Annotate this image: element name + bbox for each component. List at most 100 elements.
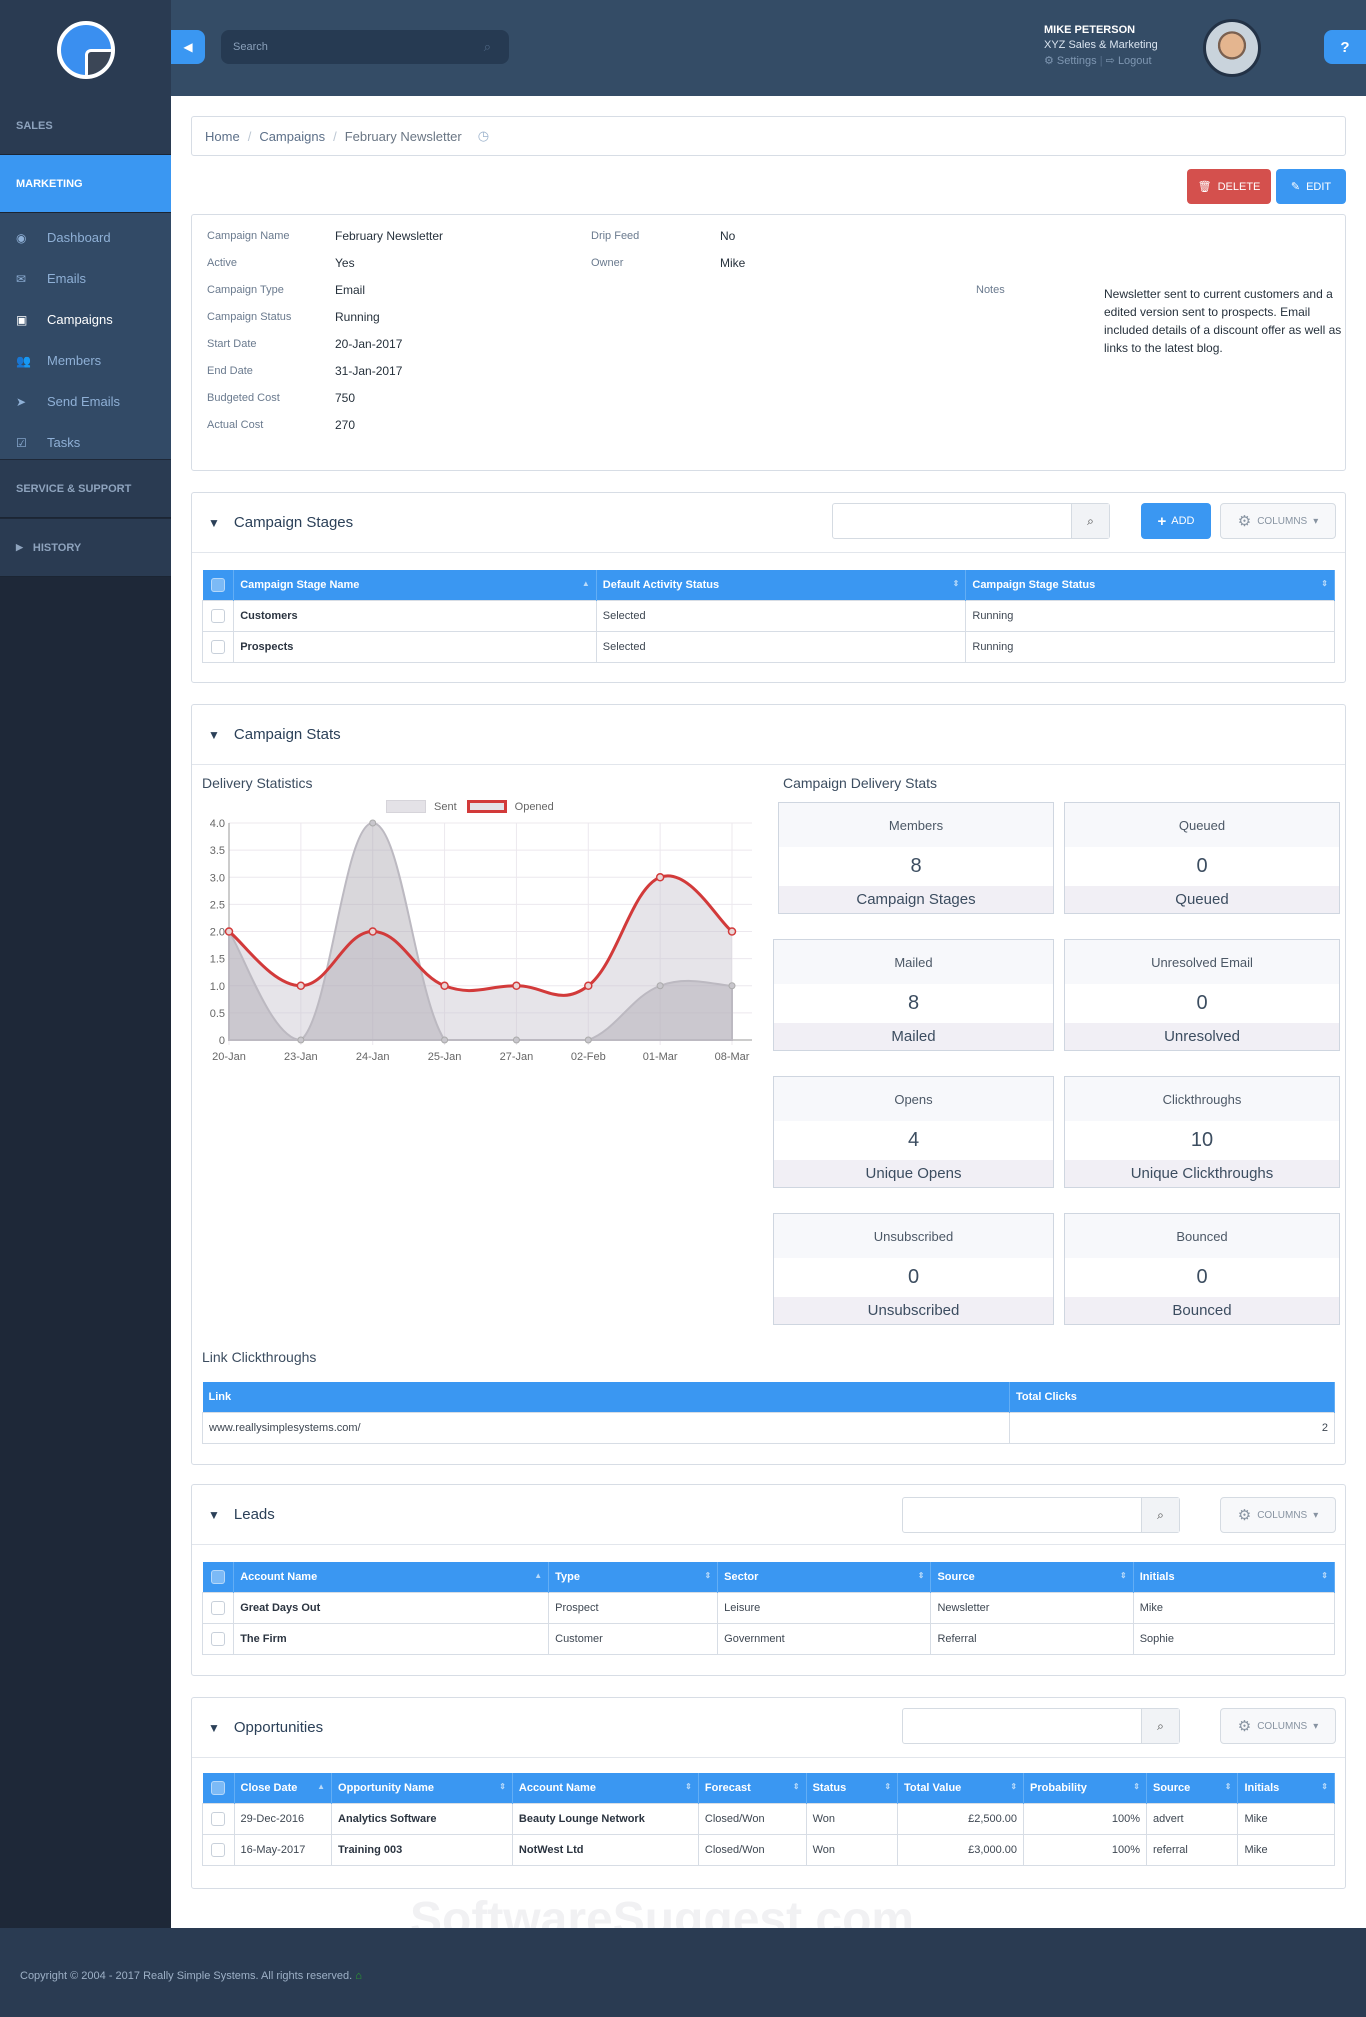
delete-label: DELETE	[1217, 180, 1261, 193]
breadcrumb-home[interactable]: Home	[205, 129, 240, 144]
footer: Copyright © 2004 - 2017 Really Simple Sy…	[0, 1928, 1366, 2017]
collapse-triangle-icon[interactable]: ▼	[208, 1721, 220, 1735]
row-checkbox[interactable]	[201, 1622, 235, 1655]
help-button[interactable]: ?	[1324, 30, 1366, 64]
row-checkbox[interactable]	[202, 1833, 235, 1866]
table-cell[interactable]: Great Days Out	[233, 1591, 550, 1624]
sidebar-section-service[interactable]: SERVICE & SUPPORT	[0, 460, 171, 518]
sidebar-item-campaigns[interactable]: ▣ Campaigns	[0, 299, 171, 340]
table-cell[interactable]: Analytics Software	[331, 1802, 513, 1835]
column-header[interactable]: Sector ⇕	[717, 1562, 932, 1592]
row-checkbox[interactable]	[201, 599, 235, 632]
sidebar-item-tasks[interactable]: ☑ Tasks	[0, 422, 171, 463]
table-row[interactable]: The Firm Customer Government Referral Sophie	[201, 1622, 1336, 1655]
pencil-icon: ✎	[1290, 181, 1301, 193]
user-info: MIKE PETERSON XYZ Sales & Marketing ⚙ Se…	[1044, 24, 1194, 67]
sidebar-item-send-emails[interactable]: ➤ Send Emails	[0, 381, 171, 422]
collapse-triangle-icon[interactable]: ▼	[208, 1508, 220, 1522]
avatar[interactable]	[1203, 19, 1261, 77]
column-header[interactable]: Campaign Stage Name ▲	[233, 570, 597, 600]
columns-label: COLUMNS	[1257, 1720, 1308, 1732]
table-row[interactable]: 29-Dec-2016 Analytics Software Beauty Loun…	[202, 1802, 1335, 1835]
stat-box: Mailed 8 Mailed	[773, 939, 1054, 1051]
add-button[interactable]: + ADD	[1141, 503, 1211, 539]
row-checkbox[interactable]	[201, 630, 235, 663]
table-cell[interactable]: Prospects	[233, 630, 597, 663]
select-all-checkbox[interactable]	[202, 1773, 235, 1803]
table-cell[interactable]: Customers	[233, 599, 597, 632]
settings-link[interactable]: ⚙ Settings	[1044, 55, 1097, 67]
edit-button[interactable]: ✎ EDIT	[1276, 169, 1346, 204]
detail-value: 270	[335, 418, 356, 432]
columns-button[interactable]: ⚙ COLUMNS ▾	[1220, 1708, 1336, 1744]
delete-button[interactable]: 🗑 DELETE	[1187, 169, 1271, 204]
column-header[interactable]: Initials ⇕	[1133, 1562, 1336, 1592]
column-header[interactable]: Opportunity Name ⇕	[331, 1773, 513, 1803]
column-header[interactable]: Campaign Stage Status ⇕	[965, 570, 1335, 600]
column-header[interactable]: Probability ⇕	[1023, 1773, 1147, 1803]
stat-box-footer: Mailed	[774, 1022, 1053, 1050]
global-search-input[interactable]: Search ⌕	[221, 30, 509, 64]
logo[interactable]	[0, 0, 171, 100]
collapse-triangle-icon[interactable]: ▼	[208, 516, 220, 530]
sidebar-section-sales[interactable]: SALES	[0, 97, 171, 155]
table-cell[interactable]: NotWest Ltd	[511, 1833, 699, 1866]
legend-swatch-sent[interactable]	[386, 800, 426, 813]
column-header[interactable]: Initials ⇕	[1237, 1773, 1335, 1803]
sidebar-item-members[interactable]: 👥 Members	[0, 340, 171, 381]
column-header[interactable]: Source ⇕	[1146, 1773, 1239, 1803]
columns-button[interactable]: ⚙ COLUMNS ▾	[1220, 503, 1336, 539]
table-row[interactable]: 16-May-2017 Training 003 NotWest Ltd Closed…	[202, 1833, 1335, 1866]
row-checkbox[interactable]	[202, 1802, 235, 1835]
column-header[interactable]: Forecast ⇕	[698, 1773, 807, 1803]
select-all-checkbox[interactable]	[202, 570, 235, 600]
detail-value: No	[720, 229, 736, 243]
column-header[interactable]: Type ⇕	[548, 1562, 719, 1592]
column-header[interactable]: Account Name ▲	[233, 1562, 550, 1592]
sidebar-item-emails[interactable]: ✉ Emails	[0, 258, 171, 299]
opportunities-header[interactable]: ▼ Opportunities ⌕ ⚙ COLUMNS ▾	[192, 1698, 1345, 1758]
column-header[interactable]: Total Value ⇕	[897, 1773, 1025, 1803]
table-cell[interactable]: The Firm	[233, 1622, 550, 1655]
column-header[interactable]: Source ⇕	[930, 1562, 1134, 1592]
columns-button[interactable]: ⚙ COLUMNS ▾	[1220, 1497, 1336, 1533]
column-header[interactable]: Default Activity Status ⇕	[596, 570, 967, 600]
campaign-stats-header[interactable]: ▼ Campaign Stats	[192, 705, 1345, 765]
stat-box: Queued 0 Queued	[1064, 802, 1340, 914]
leads-search-input[interactable]: ⌕	[902, 1497, 1180, 1533]
table-row[interactable]: Customers Selected Running	[201, 599, 1335, 632]
column-header[interactable]: Account Name ⇕	[512, 1773, 699, 1803]
stat-box-footer: Unique Clickthroughs	[1065, 1159, 1339, 1187]
campaign-stages-header[interactable]: ▼ Campaign Stages ⌕ + ADD ⚙ COLUMNS ▾	[192, 493, 1345, 553]
caret-down-icon: ▾	[1313, 1509, 1319, 1521]
table-cell[interactable]: Beauty Lounge Network	[511, 1802, 699, 1835]
plus-icon: +	[1157, 512, 1167, 530]
link-cell[interactable]: www.reallysimplesystems.com/	[202, 1411, 1010, 1444]
sidebar-section-history[interactable]: ▶ HISTORY	[0, 519, 171, 577]
search-button[interactable]: ⌕	[1141, 1709, 1179, 1743]
column-header[interactable]: Status ⇕	[806, 1773, 899, 1803]
search-button[interactable]: ⌕	[1141, 1498, 1179, 1532]
collapse-sidebar-button[interactable]: ◀	[171, 30, 205, 64]
legend-swatch-opened[interactable]	[466, 800, 507, 813]
history-clock-icon[interactable]: ◷	[478, 128, 489, 144]
sidebar-section-marketing[interactable]: MARKETING	[0, 155, 171, 213]
table-cell[interactable]: Training 003	[331, 1833, 513, 1866]
table-row[interactable]: Prospects Selected Running	[201, 630, 1335, 663]
column-header[interactable]: Close Date ▲	[234, 1773, 333, 1803]
breadcrumb-campaigns[interactable]: Campaigns	[259, 129, 325, 144]
stages-search-input[interactable]: ⌕	[832, 503, 1110, 539]
select-all-checkbox[interactable]	[202, 1562, 235, 1592]
sort-icon: ⇕	[792, 1782, 800, 1791]
leads-header[interactable]: ▼ Leads ⌕ ⚙ COLUMNS ▾	[192, 1485, 1345, 1545]
logout-link[interactable]: ⇨ Logout	[1106, 55, 1152, 67]
opportunities-search-input[interactable]: ⌕	[902, 1708, 1180, 1744]
search-button[interactable]: ⌕	[1071, 504, 1109, 538]
sidebar-item-dashboard[interactable]: ◉ Dashboard	[0, 217, 171, 258]
table-row[interactable]: Great Days Out Prospect Leisure Newsletter M…	[201, 1591, 1336, 1624]
row-checkbox[interactable]	[201, 1591, 235, 1624]
detail-value: February Newsletter	[335, 229, 444, 243]
search-icon: ⌕	[1157, 1718, 1164, 1733]
collapse-triangle-icon[interactable]: ▼	[208, 728, 220, 742]
clicks-cell: 2	[1009, 1411, 1335, 1444]
